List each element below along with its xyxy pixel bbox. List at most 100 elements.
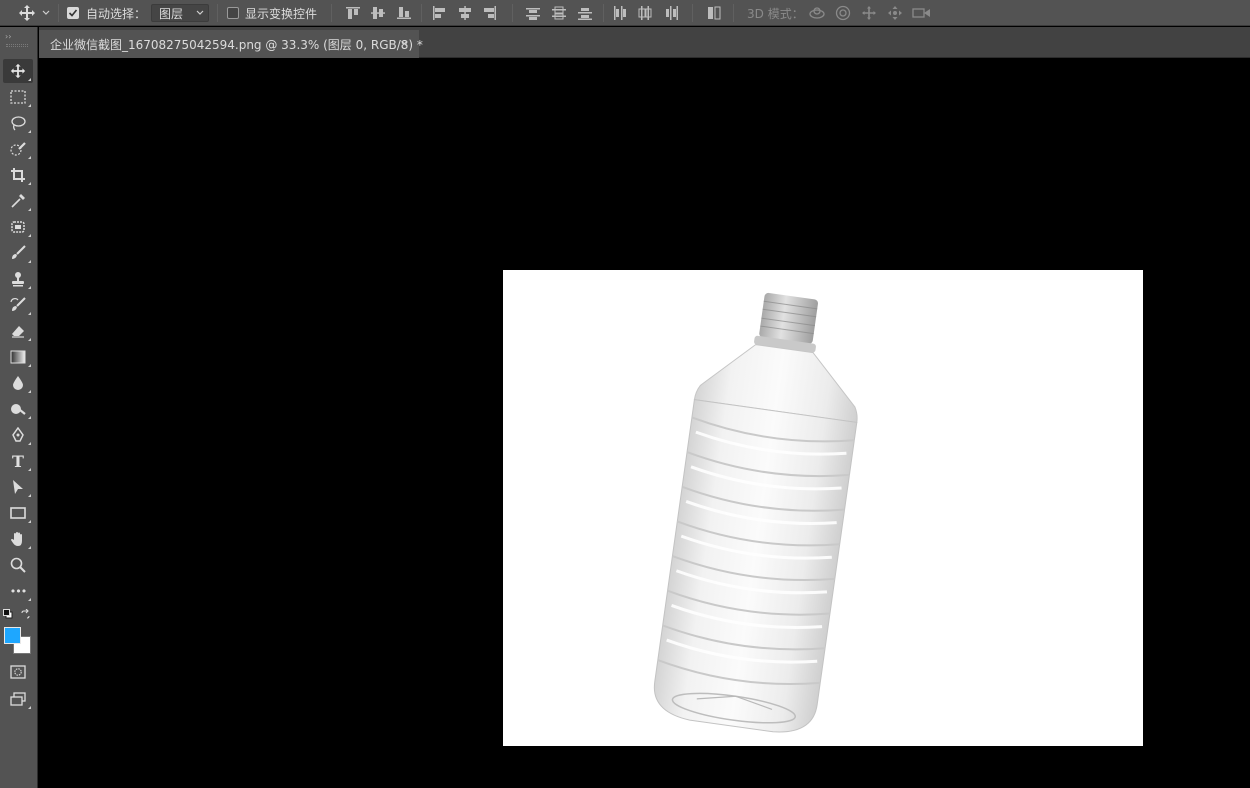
healing-icon	[10, 219, 26, 235]
rectangle-tool[interactable]	[3, 501, 33, 525]
gradient-icon	[10, 350, 26, 364]
3d-scale-button[interactable]	[912, 0, 932, 26]
foreground-color-swatch[interactable]	[4, 627, 21, 644]
default-colors-icon	[3, 609, 13, 619]
marquee-icon	[10, 90, 26, 104]
distribute-hcenter-button[interactable]	[637, 0, 653, 26]
auto-select-value: 图层	[159, 6, 184, 21]
document-canvas[interactable]	[503, 270, 1143, 746]
3d-pan-icon	[861, 5, 877, 21]
move-tool[interactable]	[3, 59, 33, 83]
lasso-tool[interactable]	[3, 111, 33, 135]
quick-mask-icon	[10, 665, 26, 679]
align-top-button[interactable]	[345, 0, 361, 26]
distribute-top-button[interactable]	[525, 0, 541, 26]
collapse-panel-icon[interactable]: ››	[5, 32, 11, 41]
document-tab[interactable]: 企业微信截图_16708275042594.png @ 33.3% (图层 0,…	[39, 30, 423, 58]
chevron-down-icon	[196, 10, 204, 16]
auto-select-label: 自动选择：	[86, 6, 147, 21]
toolbox-grip[interactable]	[6, 44, 28, 47]
align-right-button[interactable]	[482, 0, 498, 26]
3d-slide-icon	[887, 5, 903, 21]
type-tool[interactable]: T	[3, 449, 33, 473]
crop-tool[interactable]	[3, 163, 33, 187]
move-icon	[10, 63, 26, 79]
auto-select-dropdown[interactable]: 图层	[151, 4, 209, 22]
default-colors-button[interactable]	[2, 608, 14, 620]
align-vertical-center-icon	[370, 5, 386, 21]
quick-selection-icon	[10, 141, 26, 157]
eyedropper-tool[interactable]	[3, 189, 33, 213]
distribute-vertical-center-icon	[551, 5, 567, 21]
history-brush-tool[interactable]	[3, 293, 33, 317]
distribute-vcenter-button[interactable]	[551, 0, 567, 26]
checkbox-unchecked-icon	[227, 7, 239, 19]
hand-tool[interactable]	[3, 527, 33, 551]
3d-video-camera-icon	[912, 5, 932, 21]
move-icon	[18, 4, 36, 22]
show-transform-checkbox[interactable]	[227, 0, 239, 26]
toolbox: ›› T •••	[0, 27, 38, 788]
lasso-icon	[10, 115, 26, 131]
quick-selection-tool[interactable]	[3, 137, 33, 161]
align-top-icon	[345, 5, 361, 21]
move-tool-preset[interactable]	[18, 0, 50, 26]
path-selection-tool[interactable]	[3, 475, 33, 499]
zoom-tool[interactable]	[3, 553, 33, 577]
distribute-left-icon	[611, 5, 627, 21]
canvas-workspace[interactable]	[39, 59, 1250, 788]
more-icon: •••	[9, 584, 27, 598]
distribute-top-icon	[525, 5, 541, 21]
gradient-tool[interactable]	[3, 345, 33, 369]
dodge-tool[interactable]	[3, 397, 33, 421]
distribute-left-button[interactable]	[611, 0, 627, 26]
distribute-right-button[interactable]	[663, 0, 679, 26]
3d-mode-label: 3D 模式：	[747, 6, 804, 21]
spot-healing-tool[interactable]	[3, 215, 33, 239]
zoom-icon	[10, 557, 26, 573]
align-bottom-icon	[396, 5, 412, 21]
eyedropper-icon	[10, 193, 26, 209]
eraser-icon	[10, 323, 26, 339]
quick-mask-button[interactable]	[3, 660, 33, 684]
3d-slide-button[interactable]	[887, 0, 903, 26]
clone-stamp-tool[interactable]	[3, 267, 33, 291]
align-right-icon	[482, 5, 498, 21]
history-brush-icon	[10, 297, 26, 313]
checkbox-checked-icon	[67, 7, 79, 19]
align-left-icon	[431, 5, 447, 21]
3d-roll-button[interactable]	[835, 0, 851, 26]
3d-rotate-button[interactable]	[808, 0, 826, 26]
stamp-icon	[10, 271, 26, 287]
eraser-tool[interactable]	[3, 319, 33, 343]
auto-select-checkbox[interactable]	[67, 0, 79, 26]
auto-align-button[interactable]	[706, 0, 722, 26]
options-bar: 自动选择： 图层 显示变换控件 3D 模式：	[0, 0, 1250, 26]
hand-icon	[10, 531, 26, 547]
chevron-down-icon	[42, 10, 50, 16]
rectangle-icon	[10, 507, 26, 519]
brush-icon	[10, 245, 26, 261]
align-left-button[interactable]	[431, 0, 447, 26]
pen-tool[interactable]	[3, 423, 33, 447]
brush-tool[interactable]	[3, 241, 33, 265]
close-icon[interactable]: ×	[400, 37, 409, 50]
show-transform-label: 显示变换控件	[245, 6, 318, 21]
align-horizontal-center-icon	[457, 5, 473, 21]
swap-colors-button[interactable]	[19, 608, 31, 620]
bottle-image	[653, 292, 858, 733]
blur-tool[interactable]	[3, 371, 33, 395]
3d-pan-button[interactable]	[861, 0, 877, 26]
distribute-bottom-button[interactable]	[577, 0, 593, 26]
pen-icon	[10, 427, 26, 443]
align-bottom-button[interactable]	[396, 0, 412, 26]
align-vcenter-button[interactable]	[370, 0, 386, 26]
align-hcenter-button[interactable]	[457, 0, 473, 26]
rectangular-marquee-tool[interactable]	[3, 85, 33, 109]
edit-toolbar-button[interactable]: •••	[3, 579, 33, 603]
type-icon: T	[12, 451, 24, 471]
swap-arrows-icon	[20, 608, 31, 620]
document-tab-bar: 企业微信截图_16708275042594.png @ 33.3% (图层 0,…	[39, 27, 1250, 58]
screen-mode-icon	[10, 692, 26, 706]
screen-mode-button[interactable]	[3, 687, 33, 711]
